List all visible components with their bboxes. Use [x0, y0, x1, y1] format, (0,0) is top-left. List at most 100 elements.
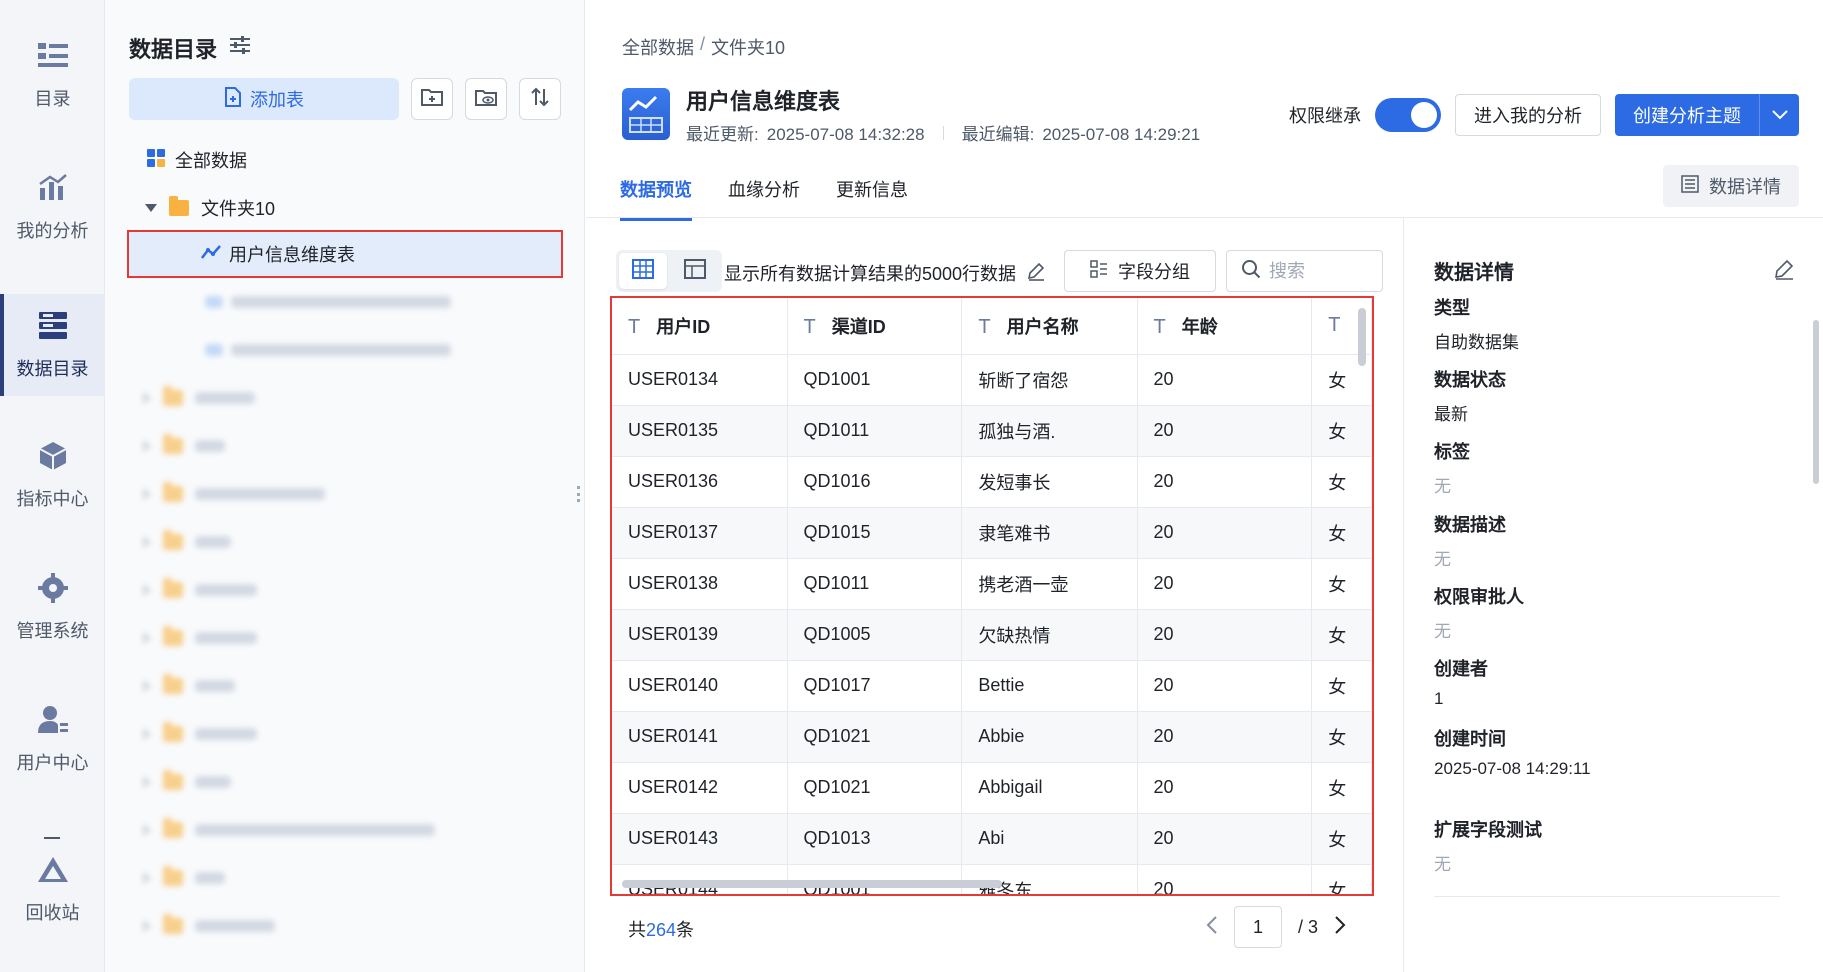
detail-field-label: 创建时间	[1434, 729, 1506, 749]
detail-field-value: 1	[1434, 689, 1444, 708]
tree-folder-blurred[interactable]	[105, 806, 585, 854]
enter-my-analysis-button[interactable]: 进入我的分析	[1455, 94, 1601, 136]
nav-item-admin[interactable]: 管理系统	[0, 556, 105, 658]
resize-handle[interactable]	[577, 486, 580, 502]
table-cell: 女	[1311, 507, 1372, 559]
tab-update-info[interactable]: 更新信息	[836, 176, 908, 218]
add-table-button[interactable]: 添加表	[129, 78, 399, 120]
table-cell: USER0135	[612, 405, 788, 457]
tree-folder-10[interactable]: 文件夹10	[105, 184, 585, 232]
nav-label: 目录	[34, 89, 71, 109]
table-cell: 20	[1137, 762, 1313, 814]
chart-icon	[36, 171, 70, 205]
vertical-scrollbar[interactable]	[1813, 320, 1819, 484]
horizontal-scrollbar[interactable]	[622, 880, 1002, 888]
table-row[interactable]: USER0138 QD1011 携老酒一壶 20 女	[612, 558, 1372, 610]
chevron-down-icon	[1771, 105, 1788, 125]
column-header-age[interactable]: T 年龄	[1137, 298, 1313, 355]
table-cell: USER0136	[612, 456, 788, 508]
total-pages: / 3	[1298, 916, 1319, 937]
nav-item-user-center[interactable]: 用户中心	[0, 688, 105, 790]
table-cell: 隶笔难书	[961, 507, 1138, 559]
table-row[interactable]: USER0136 QD1016 发短事长 20 女	[612, 456, 1372, 508]
table-row[interactable]: USER0141 QD1021 Abbie 20 女	[612, 711, 1372, 763]
table-cell: 女	[1311, 660, 1372, 712]
nav-label: 管理系统	[16, 621, 89, 641]
breadcrumb-item[interactable]: 全部数据	[622, 34, 694, 60]
permission-inherit-toggle[interactable]	[1375, 98, 1441, 132]
table-row[interactable]: USER0140 QD1017 Bettie 20 女	[612, 660, 1372, 712]
chevron-down-icon[interactable]	[145, 204, 157, 212]
nav-item-data-catalog[interactable]: 数据目录	[0, 294, 105, 396]
permission-inherit-label: 权限继承	[1289, 106, 1361, 126]
tree-item-user-dimension-table[interactable]: 用户信息维度表	[127, 230, 563, 278]
table-cell: 女	[1311, 405, 1372, 457]
tree-item-blurred[interactable]	[105, 326, 585, 374]
vertical-scrollbar[interactable]	[1358, 308, 1366, 366]
list-detail-icon	[1681, 174, 1699, 198]
nav-label: 回收站	[25, 903, 80, 923]
tree-folder-blurred[interactable]	[105, 518, 585, 566]
data-detail-button[interactable]: 数据详情	[1663, 165, 1799, 207]
field-group-button[interactable]: 字段分组	[1064, 250, 1216, 292]
tree-item-blurred[interactable]	[105, 278, 585, 326]
table-row[interactable]: USER0143 QD1013 Abi 20 女	[612, 813, 1372, 865]
main-content: 全部数据 / 文件夹10 用户信息维度表 最近更新: 2025-07-08 14:…	[586, 0, 1823, 972]
tab-data-preview[interactable]: 数据预览	[620, 176, 692, 221]
table-row[interactable]: USER0137 QD1015 隶笔难书 20 女	[612, 507, 1372, 559]
filter-icon[interactable]	[229, 35, 251, 61]
create-topic-dropdown[interactable]	[1759, 94, 1799, 136]
table-view-button[interactable]	[619, 253, 667, 289]
detail-field-value: 最新	[1434, 405, 1468, 424]
tree-folder-blurred[interactable]	[105, 902, 585, 950]
layout-view-button[interactable]	[671, 253, 719, 289]
chevron-left-icon[interactable]	[1206, 915, 1218, 939]
nav-item-metrics[interactable]: 指标中心	[0, 424, 105, 526]
view-settings-button[interactable]	[465, 78, 507, 120]
catalog-title: 数据目录	[129, 32, 251, 64]
breadcrumb-item[interactable]: 文件夹10	[711, 34, 785, 60]
tree-folder-blurred[interactable]	[105, 614, 585, 662]
search-input[interactable]	[1269, 260, 1369, 282]
table-row[interactable]: USER0134 QD1001 斩断了宿怨 20 女	[612, 354, 1372, 406]
tree-folder-blurred[interactable]	[105, 566, 585, 614]
catalog-toolbar: 添加表	[129, 78, 561, 120]
table-cell: USER0139	[612, 609, 788, 661]
table-row[interactable]: USER0142 QD1021 Abbigail 20 女	[612, 762, 1372, 814]
create-analysis-topic-button[interactable]: 创建分析主题	[1615, 94, 1759, 136]
edit-icon[interactable]	[1773, 258, 1795, 285]
text-type-icon: T	[1328, 314, 1341, 337]
nav-item-catalog[interactable]: 目录	[0, 24, 105, 126]
list-icon	[36, 39, 70, 73]
tree-folder-blurred[interactable]	[105, 854, 585, 902]
new-folder-button[interactable]	[411, 78, 453, 120]
sort-button[interactable]	[519, 78, 561, 120]
edit-icon[interactable]	[1026, 261, 1046, 286]
table-cell: 20	[1137, 405, 1313, 457]
tree-folder-blurred[interactable]	[105, 470, 585, 518]
table-cell: QD1017	[787, 660, 963, 712]
column-header-user-id[interactable]: T 用户ID	[612, 298, 788, 355]
page-input[interactable]: 1	[1234, 906, 1282, 948]
tree-folder-blurred[interactable]	[105, 710, 585, 758]
tree-folder-blurred[interactable]	[105, 374, 585, 422]
tab-lineage[interactable]: 血缘分析	[728, 176, 800, 218]
chevron-right-icon[interactable]	[1334, 915, 1346, 939]
table-row[interactable]: USER0135 QD1011 孤独与酒. 20 女	[612, 405, 1372, 457]
table-cell: QD1005	[787, 609, 963, 661]
table-cell: USER0143	[612, 813, 788, 865]
user-icon	[36, 703, 70, 737]
tree-folder-blurred[interactable]	[105, 662, 585, 710]
tree-folder-blurred[interactable]	[105, 758, 585, 806]
detail-field-value: 无	[1434, 855, 1451, 874]
nav-item-my-analysis[interactable]: 我的分析	[0, 156, 105, 258]
column-header-user-name[interactable]: T 用户名称	[961, 298, 1138, 355]
detail-field-label: 扩展字段测试	[1434, 820, 1542, 840]
nav-item-recycle-bin[interactable]: 回收站	[0, 838, 105, 940]
tree-folder-blurred[interactable]	[105, 422, 585, 470]
table-row[interactable]: USER0139 QD1005 欠缺热情 20 女	[612, 609, 1372, 661]
column-header-channel-id[interactable]: T 渠道ID	[787, 298, 963, 355]
table-cell: QD1016	[787, 456, 963, 508]
tree-item-all-data[interactable]: 全部数据	[105, 136, 585, 184]
nav-label: 数据目录	[16, 359, 89, 379]
